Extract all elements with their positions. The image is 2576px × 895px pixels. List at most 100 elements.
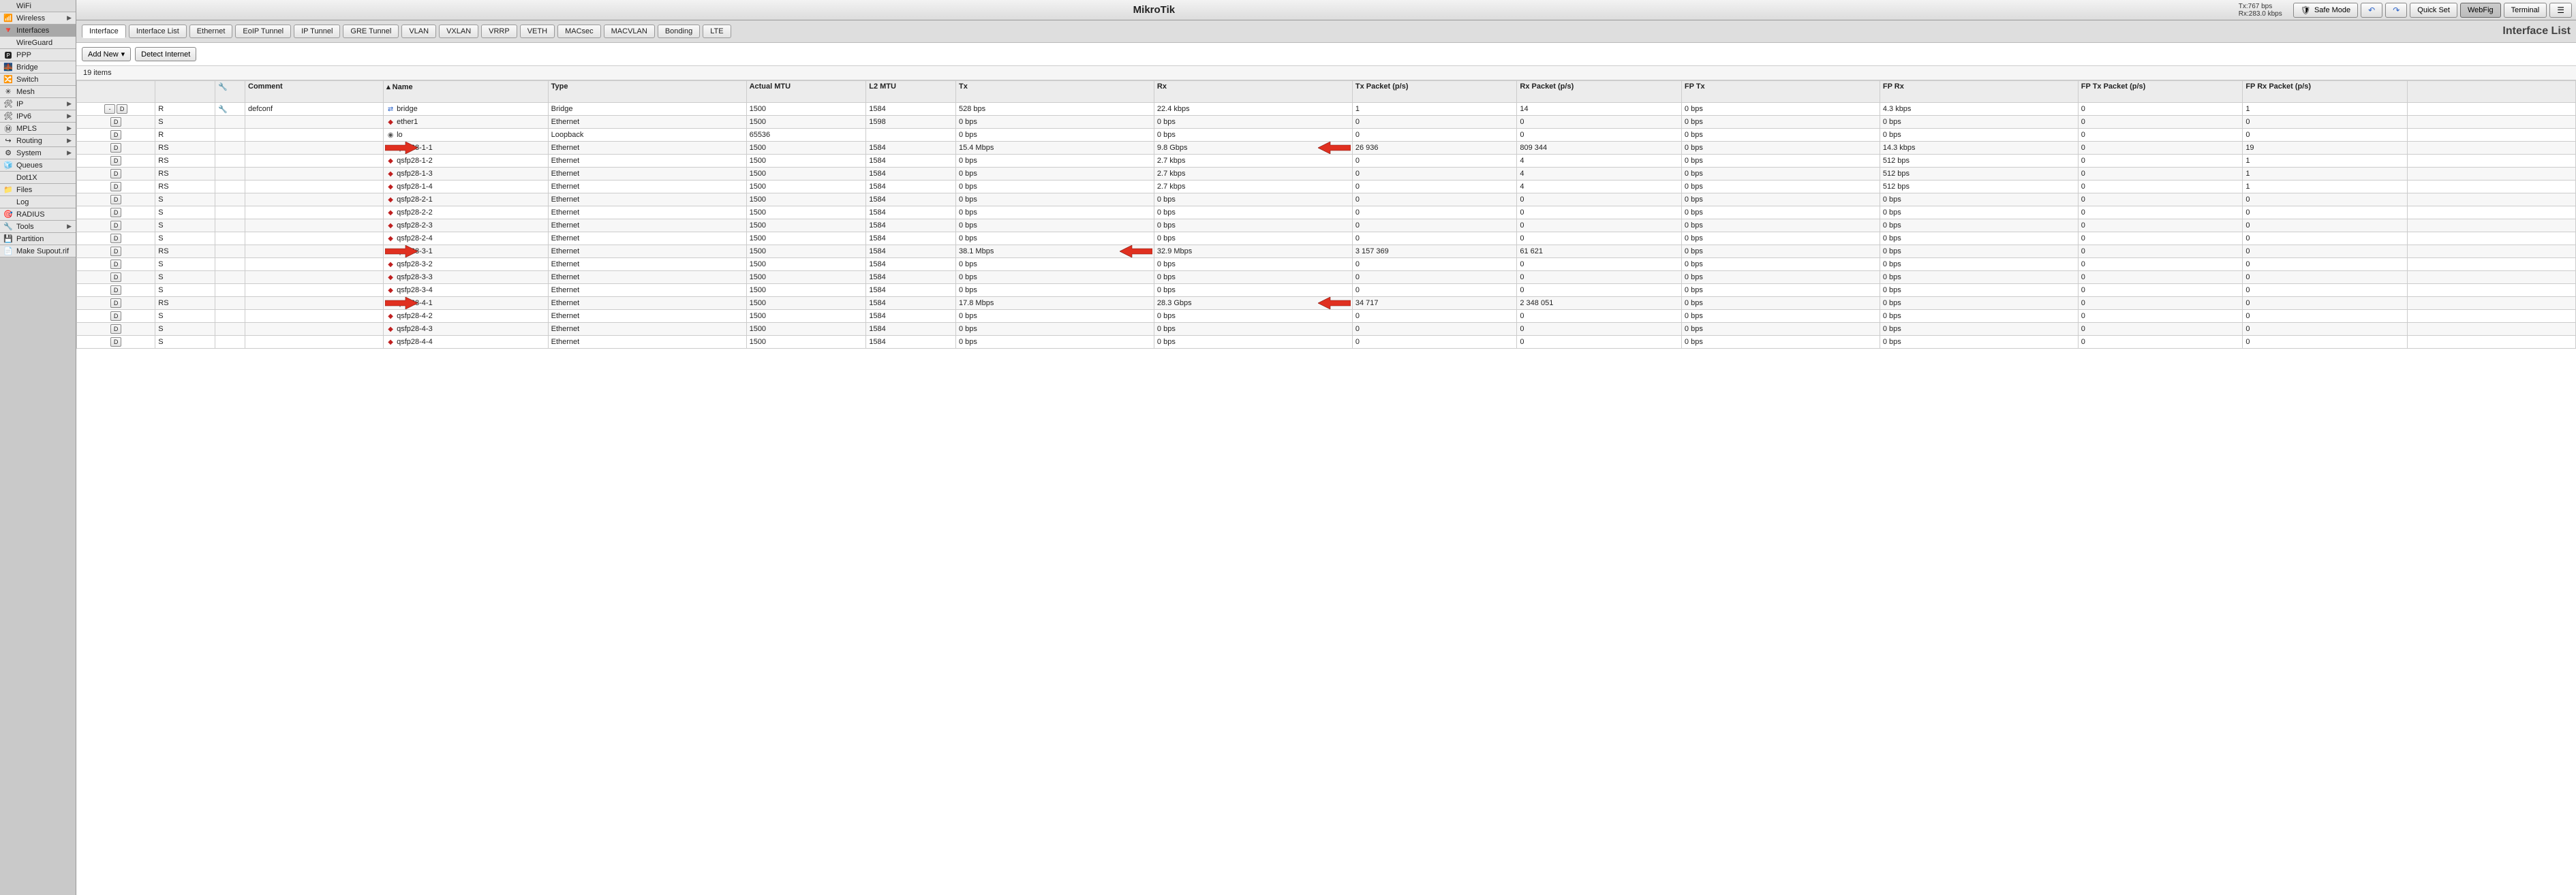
row-action-button[interactable]: D — [110, 272, 121, 282]
row-action-button[interactable]: D — [110, 260, 121, 269]
table-row[interactable]: DS◆qsfp28-4-3Ethernet150015840 bps0 bps0… — [77, 323, 2576, 336]
sidebar-item-mpls[interactable]: ⓂMPLS▶ — [0, 123, 76, 135]
row-action-button[interactable]: D — [110, 221, 121, 230]
sidebar-item-mesh[interactable]: ✳Mesh — [0, 86, 76, 98]
sidebar-item-interfaces[interactable]: 🔻Interfaces — [0, 25, 76, 37]
table-row[interactable]: DRS◆qsfp28-1-4Ethernet150015840 bps2.7 k… — [77, 180, 2576, 193]
tab-lte[interactable]: LTE — [703, 25, 731, 38]
table-row[interactable]: DRS◆qsfp28-4-1Ethernet1500158417.8 Mbps2… — [77, 297, 2576, 310]
row-action-button[interactable]: D — [110, 337, 121, 347]
col-header[interactable]: FP Rx — [1880, 81, 2078, 103]
tab-veth[interactable]: VETH — [520, 25, 555, 38]
tab-vlan[interactable]: VLAN — [401, 25, 436, 38]
col-header[interactable]: L2 MTU — [866, 81, 956, 103]
tab-interface-list[interactable]: Interface List — [129, 25, 187, 38]
sidebar-item-ipv6[interactable]: 🛠IPv6▶ — [0, 110, 76, 123]
row-action-button[interactable]: D — [110, 182, 121, 191]
row-action-button[interactable]: D — [110, 195, 121, 204]
tab-eoip-tunnel[interactable]: EoIP Tunnel — [235, 25, 291, 38]
sidebar-item-wireguard[interactable]: WireGuard — [0, 37, 76, 49]
row-action-button[interactable]: D — [110, 130, 121, 140]
row-action-button[interactable]: D — [110, 324, 121, 334]
sidebar-item-partition[interactable]: 💾Partition — [0, 233, 76, 245]
col-header[interactable]: FP Tx Packet (p/s) — [2078, 81, 2243, 103]
sidebar-item-queues[interactable]: 🧊Queues — [0, 159, 76, 172]
col-header[interactable]: Comment — [245, 81, 384, 103]
menu-button[interactable]: ☰ — [2549, 3, 2572, 18]
sidebar-item-radius[interactable]: 🎯RADIUS — [0, 208, 76, 221]
tab-ip-tunnel[interactable]: IP Tunnel — [294, 25, 340, 38]
row-action-button[interactable]: D — [110, 169, 121, 178]
col-header[interactable]: ▴ Name — [384, 81, 549, 103]
sidebar-item-tools[interactable]: 🔧Tools▶ — [0, 221, 76, 233]
row-action-button[interactable]: - — [104, 104, 115, 114]
redo-button[interactable]: ↷ — [2385, 3, 2407, 18]
table-row[interactable]: DS◆qsfp28-4-2Ethernet150015840 bps0 bps0… — [77, 310, 2576, 323]
table-row[interactable]: DS◆qsfp28-2-3Ethernet150015840 bps0 bps0… — [77, 219, 2576, 232]
col-header[interactable] — [77, 81, 155, 103]
sidebar-item-bridge[interactable]: 🌉Bridge — [0, 61, 76, 74]
row-action-button[interactable]: D — [110, 234, 121, 243]
sidebar-item-files[interactable]: 📁Files — [0, 184, 76, 196]
col-header[interactable]: FP Rx Packet (p/s) — [2243, 81, 2408, 103]
row-action-button[interactable]: D — [110, 298, 121, 308]
tab-interface[interactable]: Interface — [82, 25, 126, 38]
table-row[interactable]: DRS◆qsfp28-3-1Ethernet1500158438.1 Mbps3… — [77, 245, 2576, 258]
safe-mode-button[interactable]: 🛡Safe Mode — [2293, 3, 2358, 18]
sidebar-item-system[interactable]: ⚙System▶ — [0, 147, 76, 159]
col-header[interactable]: Rx Packet (p/s) — [1517, 81, 1682, 103]
col-header[interactable]: Actual MTU — [746, 81, 866, 103]
detect-internet-button[interactable]: Detect Internet — [135, 47, 196, 61]
tab-macvlan[interactable]: MACVLAN — [604, 25, 655, 38]
col-header[interactable]: Type — [548, 81, 746, 103]
row-action-button[interactable]: D — [110, 311, 121, 321]
table-row[interactable]: DRS◆qsfp28-1-3Ethernet150015840 bps2.7 k… — [77, 168, 2576, 180]
row-action-button[interactable]: D — [110, 247, 121, 256]
sidebar-item-switch[interactable]: 🔀Switch — [0, 74, 76, 86]
col-header[interactable]: 🔧 — [215, 81, 245, 103]
col-header[interactable]: FP Tx — [1681, 81, 1880, 103]
table-row[interactable]: DS◆qsfp28-4-4Ethernet150015840 bps0 bps0… — [77, 336, 2576, 349]
table-row[interactable]: DRS◆qsfp28-1-1Ethernet1500158415.4 Mbps9… — [77, 142, 2576, 155]
row-action-button[interactable]: D — [117, 104, 127, 114]
col-header[interactable]: Tx — [955, 81, 1154, 103]
sidebar-item-log[interactable]: Log — [0, 196, 76, 208]
table-row[interactable]: DS◆qsfp28-3-2Ethernet150015840 bps0 bps0… — [77, 258, 2576, 271]
col-header[interactable] — [155, 81, 215, 103]
row-action-button[interactable]: D — [110, 208, 121, 217]
undo-button[interactable]: ↶ — [2361, 3, 2382, 18]
table-row[interactable]: DS◆ether1Ethernet150015980 bps0 bps000 b… — [77, 116, 2576, 129]
table-row[interactable]: DRS◆qsfp28-1-2Ethernet150015840 bps2.7 k… — [77, 155, 2576, 168]
tab-vrrp[interactable]: VRRP — [481, 25, 517, 38]
table-row[interactable]: DS◆qsfp28-2-4Ethernet150015840 bps0 bps0… — [77, 232, 2576, 245]
sidebar-item-ppp[interactable]: 🅿PPP — [0, 49, 76, 61]
table-row[interactable]: -DR🔧defconf⇄bridgeBridge15001584528 bps2… — [77, 103, 2576, 116]
tab-vxlan[interactable]: VXLAN — [439, 25, 478, 38]
sidebar-item-routing[interactable]: ↪Routing▶ — [0, 135, 76, 147]
sidebar-item-wireless[interactable]: 📶Wireless▶ — [0, 12, 76, 25]
table-row[interactable]: DR◉loLoopback655360 bps0 bps000 bps0 bps… — [77, 129, 2576, 142]
row-action-button[interactable]: D — [110, 156, 121, 166]
row-action-button[interactable]: D — [110, 117, 121, 127]
sidebar-item-ip[interactable]: 🛠IP▶ — [0, 98, 76, 110]
sidebar-item-dot1x[interactable]: Dot1X — [0, 172, 76, 184]
table-row[interactable]: DS◆qsfp28-3-3Ethernet150015840 bps0 bps0… — [77, 271, 2576, 284]
col-header[interactable]: Tx Packet (p/s) — [1352, 81, 1517, 103]
table-row[interactable]: DS◆qsfp28-2-1Ethernet150015840 bps0 bps0… — [77, 193, 2576, 206]
sidebar-item-wifi[interactable]: WiFi — [0, 0, 76, 12]
tab-gre-tunnel[interactable]: GRE Tunnel — [343, 25, 399, 38]
col-header[interactable] — [2407, 81, 2575, 103]
tab-bonding[interactable]: Bonding — [658, 25, 700, 38]
table-row[interactable]: DS◆qsfp28-3-4Ethernet150015840 bps0 bps0… — [77, 284, 2576, 297]
tab-ethernet[interactable]: Ethernet — [189, 25, 233, 38]
col-header[interactable]: Rx — [1154, 81, 1352, 103]
sidebar-item-make-supout-rif[interactable]: 📄Make Supout.rif — [0, 245, 76, 257]
terminal-button[interactable]: Terminal — [2504, 3, 2547, 18]
row-action-button[interactable]: D — [110, 285, 121, 295]
webfig-button[interactable]: WebFig — [2460, 3, 2501, 18]
row-action-button[interactable]: D — [110, 143, 121, 153]
add-new-button[interactable]: Add New▾ — [82, 47, 131, 61]
tab-macsec[interactable]: MACsec — [557, 25, 601, 38]
table-row[interactable]: DS◆qsfp28-2-2Ethernet150015840 bps0 bps0… — [77, 206, 2576, 219]
quick-set-button[interactable]: Quick Set — [2410, 3, 2457, 18]
